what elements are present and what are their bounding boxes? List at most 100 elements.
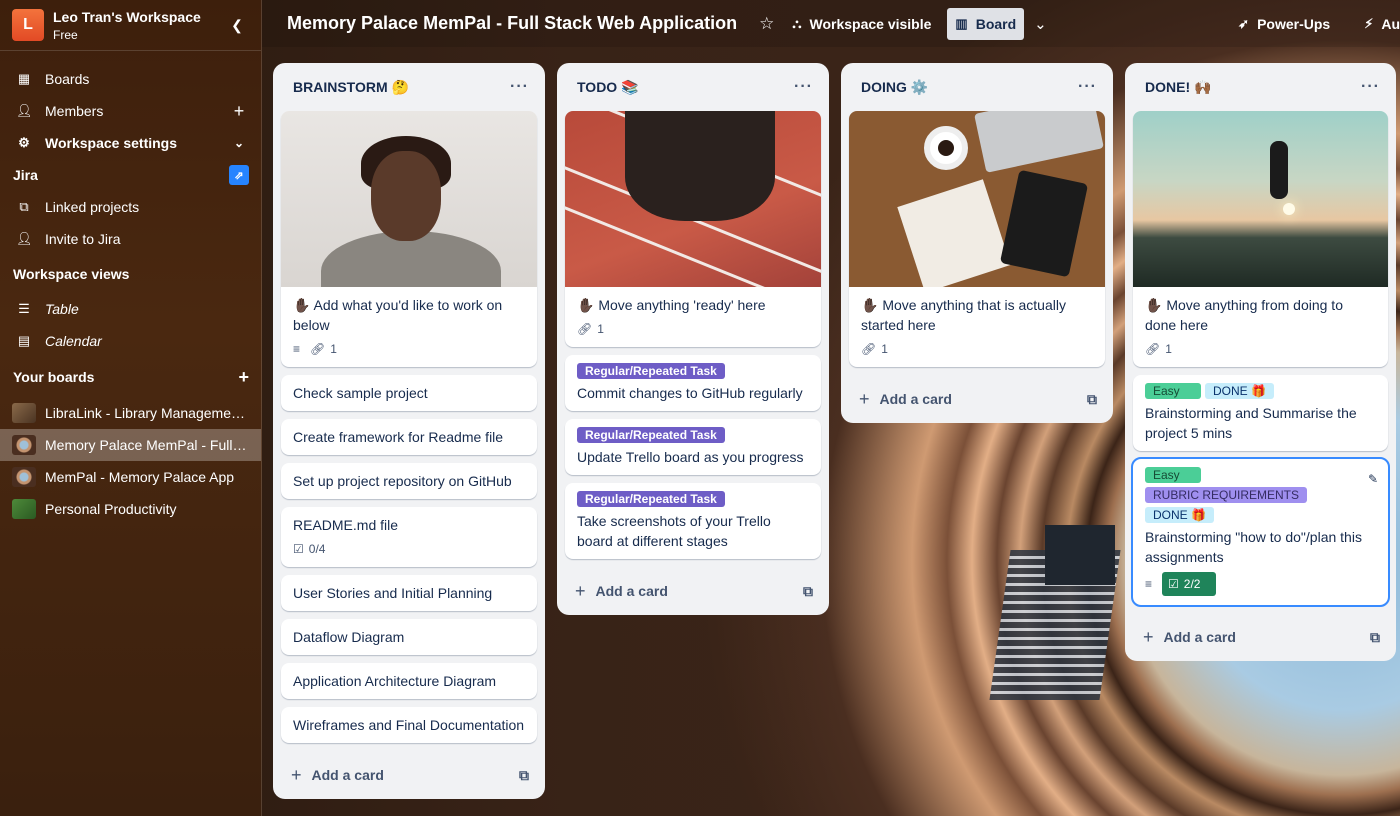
sidebar-board-mempal[interactable]: MemPal - Memory Palace App [0,461,261,493]
checklist-complete-badge: ☑ 2/2 [1162,572,1217,596]
label-done[interactable]: DONE 🎁 [1145,507,1214,523]
sidebar-item-linked-projects[interactable]: ⧉ Linked projects [0,191,261,223]
card[interactable]: Check sample project [281,375,537,411]
list-title[interactable]: DONE! 🙌🏾 [1145,79,1361,96]
board-view-button[interactable]: ▥ Board [947,7,1025,40]
chevron-down-icon[interactable]: ⌄ [229,136,249,150]
add-card-button[interactable]: + Add a card ⧉ [1133,613,1388,661]
template-icon[interactable]: ⧉ [1087,391,1097,408]
powerups-button[interactable]: ➶ Power-Ups [1230,8,1338,40]
description-icon: ≡ [1145,577,1153,591]
attachment-count: 1 [597,322,604,336]
checklist-count: 0/4 [308,542,326,556]
board-thumbnail [12,403,36,423]
workspace-plan: Free [53,27,78,42]
list-header[interactable]: BRAINSTORM 🤔 ··· [281,63,537,111]
board-title[interactable]: Memory Palace MemPal - Full Stack Web Ap… [287,13,737,34]
sidebar-item-invite-to-jira[interactable]: 👤︎ Invite to Jira [0,223,261,255]
more-icon[interactable]: ··· [794,78,813,96]
card-badges: ☑ 0/4 [293,539,525,559]
card-title: Set up project repository on GitHub [293,473,512,489]
board-view-label: Board [975,15,1017,32]
card[interactable]: Regular/Repeated Task Update Trello boar… [565,419,821,475]
template-icon[interactable]: ⧉ [1370,629,1380,646]
checklist-badge: ☑ 0/4 [293,539,335,559]
card-with-cover[interactable]: ✋🏿 Move anything from doing to done here… [1133,111,1388,367]
sidebar-board-libralink[interactable]: LibraLink - Library Management System [0,397,261,429]
add-board-icon[interactable]: + [238,367,249,388]
sidebar-item-label: Invite to Jira [45,231,121,247]
board-name: Memory Palace MemPal - Full Stack Web Ap… [45,437,249,453]
more-icon[interactable]: ··· [1078,78,1097,96]
sidebar-board-memory-palace[interactable]: Memory Palace MemPal - Full Stack Web Ap… [0,429,261,461]
card[interactable]: Application Architecture Diagram [281,663,537,699]
card-badges: 🔗︎ 1 [577,319,809,339]
sidebar-item-calendar[interactable]: ▤ Calendar [0,325,261,357]
card-with-cover[interactable]: ✋🏿 Move anything that is actually starte… [849,111,1105,367]
list-title[interactable]: TODO 📚 [577,79,794,96]
sidebar-item-boards[interactable]: ▦ Boards [0,63,261,95]
card-selected[interactable]: ✎ Easy RUBRIC REQUIREMENTS DONE 🎁 Brains… [1131,457,1390,607]
card-title: Application Architecture Diagram [293,673,497,689]
workspace-name: Leo Tran's Workspace [53,8,201,25]
label-done[interactable]: DONE 🎁 [1205,383,1274,399]
label-regular-task[interactable]: Regular/Repeated Task [577,491,725,507]
card[interactable]: Regular/Repeated Task Commit changes to … [565,355,821,411]
template-icon[interactable]: ⧉ [519,767,529,784]
checkbox-icon: ☑ [293,542,304,556]
more-icon[interactable]: ··· [1361,78,1380,96]
plus-icon: + [291,764,302,785]
card[interactable]: Create framework for Readme file [281,419,537,455]
sidebar-item-label: Table [45,301,79,317]
card[interactable]: Easy DONE 🎁 Brainstorming and Summarise … [1133,375,1388,451]
sidebar-item-workspace-settings[interactable]: ⚙ Workspace settings ⌄ [0,127,261,159]
card-badges: 🔗︎ 1 [861,339,1093,359]
workspace-info[interactable]: Leo Tran's Workspace Free [53,9,225,42]
automation-button[interactable]: ⚡︎ Au [1356,8,1400,40]
visibility-button[interactable]: ⛬ Workspace visible [784,8,939,40]
card-title: Create framework for Readme file [293,429,504,445]
add-card-button[interactable]: + Add a card ⧉ [565,567,821,615]
list-header[interactable]: DONE! 🙌🏾 ··· [1133,63,1388,111]
label-easy[interactable]: Easy [1145,467,1201,483]
list-title[interactable]: DOING ⚙️ [861,79,1078,96]
jira-title: Jira [13,167,38,183]
card[interactable]: User Stories and Initial Planning [281,575,537,611]
card[interactable]: Dataflow Diagram [281,619,537,655]
card-labels: Easy DONE 🎁 [1145,383,1376,399]
sidebar-item-members[interactable]: 👤︎ Members + [0,95,261,127]
add-member-icon[interactable]: + [229,101,249,122]
card-with-cover[interactable]: ✋🏿 Add what you'd like to work on below … [281,111,537,367]
card-title: User Stories and Initial Planning [293,585,493,601]
label-rubric-requirements[interactable]: RUBRIC REQUIREMENTS [1145,487,1308,503]
more-icon[interactable]: ··· [510,78,529,96]
label-regular-task[interactable]: Regular/Repeated Task [577,363,725,379]
star-icon[interactable]: ☆ [759,14,774,34]
calendar-icon: ▤ [17,333,31,348]
workspace-logo[interactable]: L [12,9,44,41]
gear-icon: ⚙ [18,135,30,150]
chevron-down-icon[interactable]: ⌄ [1034,15,1047,33]
add-card-button[interactable]: + Add a card ⧉ [281,751,537,799]
add-card-button[interactable]: + Add a card ⧉ [849,375,1105,423]
collapse-sidebar-icon[interactable]: ❮ [225,17,249,34]
card[interactable]: Regular/Repeated Task Take screenshots o… [565,483,821,559]
sidebar-item-table[interactable]: ☰ Table [0,293,261,325]
card[interactable]: Wireframes and Final Documentation [281,707,537,743]
card[interactable]: Set up project repository on GitHub [281,463,537,499]
jira-icon[interactable]: ⇗ [229,165,249,185]
plus-icon: + [575,580,586,601]
pencil-icon[interactable]: ✎ [1368,469,1378,489]
label-regular-task[interactable]: Regular/Repeated Task [577,427,725,443]
background-building-top [1045,525,1115,585]
list-header[interactable]: DOING ⚙️ ··· [849,63,1105,111]
lightning-icon: ⚡︎ [1364,15,1374,31]
list-title[interactable]: BRAINSTORM 🤔 [293,79,510,96]
sidebar-item-label: Members [45,103,104,119]
sidebar-board-personal-productivity[interactable]: Personal Productivity [0,493,261,525]
template-icon[interactable]: ⧉ [803,583,813,600]
card[interactable]: README.md file ☑ 0/4 [281,507,537,567]
label-easy[interactable]: Easy [1145,383,1201,399]
list-header[interactable]: TODO 📚 ··· [565,63,821,111]
card-with-cover[interactable]: ✋🏿 Move anything 'ready' here 🔗︎ 1 [565,111,821,347]
